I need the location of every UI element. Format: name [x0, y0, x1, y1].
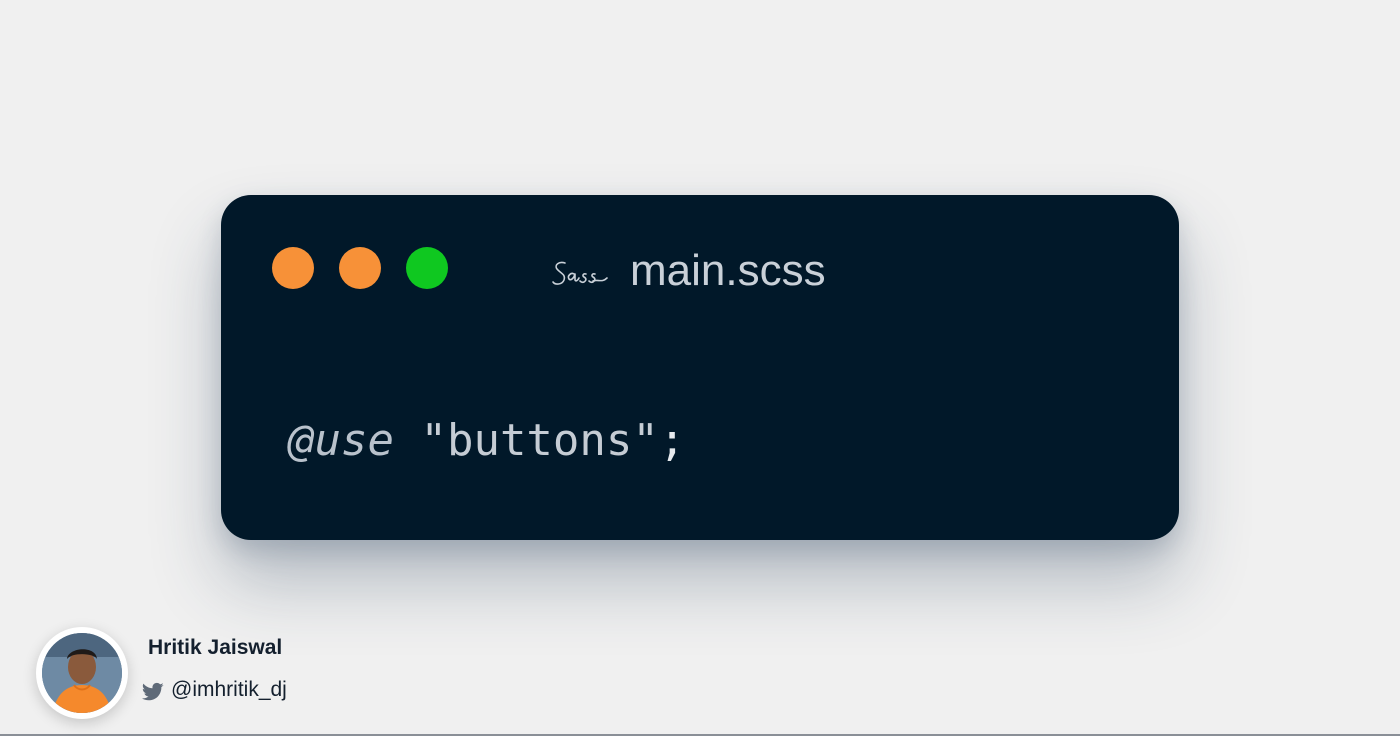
author-handle[interactable]: @imhritik_dj [171, 678, 287, 702]
avatar-photo [42, 633, 122, 713]
code-string: "buttons" [420, 415, 659, 466]
close-dot-icon[interactable] [272, 247, 314, 289]
minimize-dot-icon[interactable] [339, 247, 381, 289]
code-terminator: ; [658, 415, 686, 466]
twitter-bird-icon[interactable] [142, 682, 164, 702]
file-name: main.scss [630, 246, 826, 295]
code-window: main.scss @use "buttons"; [221, 195, 1179, 540]
avatar [36, 627, 128, 719]
code-line: @use "buttons"; [288, 413, 685, 469]
sass-logo-icon [552, 261, 608, 285]
code-keyword: @use [288, 415, 394, 466]
maximize-dot-icon[interactable] [406, 247, 448, 289]
author-name: Hritik Jaiswal [148, 636, 283, 659]
